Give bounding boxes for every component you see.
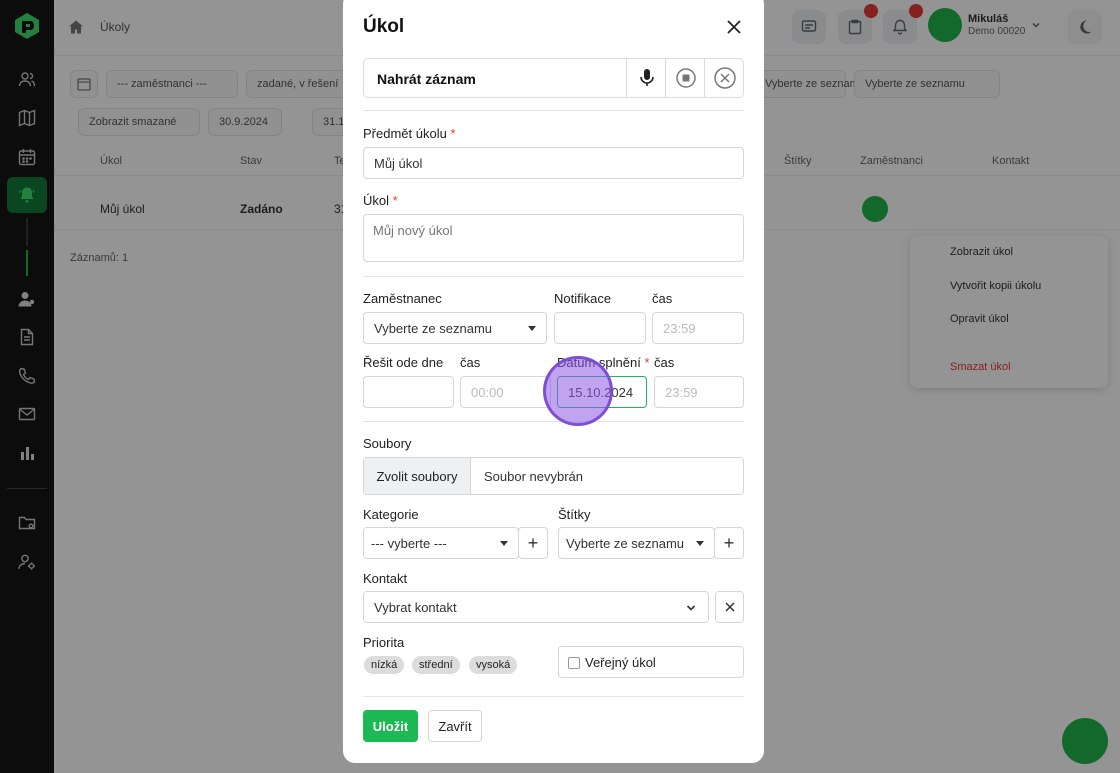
subject-input[interactable] <box>363 147 744 179</box>
tags-label: Štítky <box>558 507 591 522</box>
employee-select[interactable]: Vyberte ze seznamu <box>363 312 547 344</box>
notification-date-input[interactable] <box>554 312 646 344</box>
stop-record-button[interactable] <box>665 59 705 97</box>
employee-label: Zaměstnanec <box>363 291 442 306</box>
clear-contact-button[interactable] <box>715 591 744 623</box>
solve-from-date-input[interactable] <box>363 376 454 408</box>
priority-low-chip[interactable]: nízká <box>364 656 405 674</box>
tags-select[interactable]: Vyberte ze seznamu <box>558 527 715 559</box>
add-tag-button[interactable]: + <box>714 527 744 559</box>
modal-close-button[interactable] <box>723 16 745 38</box>
category-select[interactable]: --- vyberte --- <box>363 527 519 559</box>
due-date-label: Datum splnění * <box>557 355 650 370</box>
due-time-label: čas <box>654 355 675 370</box>
stop-icon <box>675 68 696 88</box>
file-status: Soubor nevybrán <box>484 469 584 484</box>
chevron-down-icon <box>686 605 696 611</box>
category-label: Kategorie <box>363 507 419 522</box>
notification-label: Notifikace <box>554 291 612 306</box>
subject-label: Předmět úkolu * <box>363 126 456 141</box>
due-date-input[interactable] <box>557 376 647 408</box>
due-time-input[interactable] <box>654 376 744 408</box>
public-task-label: Veřejný úkol <box>585 655 656 670</box>
caret-down-icon <box>696 541 704 546</box>
save-button[interactable]: Uložit <box>363 710 418 742</box>
close-icon <box>727 20 741 34</box>
solve-from-time-input[interactable] <box>460 376 551 408</box>
choose-files-button[interactable]: Zvolit soubory <box>364 458 471 494</box>
contact-select[interactable]: Vybrat kontakt <box>363 591 709 623</box>
category-select-value: --- vyberte --- <box>371 535 447 551</box>
caret-down-icon <box>500 541 508 546</box>
microphone-button[interactable] <box>626 59 666 97</box>
record-label: Nahrát záznam <box>377 71 476 87</box>
separator <box>363 276 744 277</box>
close-circle-icon <box>713 67 736 89</box>
caret-down-icon <box>528 326 536 331</box>
priority-high-chip[interactable]: vysoká <box>469 656 518 674</box>
microphone-icon <box>639 69 654 86</box>
solve-from-time-label: čas <box>460 355 481 370</box>
public-task-toggle[interactable]: Veřejný úkol <box>558 646 744 678</box>
task-modal: Úkol Nahrát záznam Předmět úkolu * Úkol … <box>343 0 764 763</box>
files-label: Soubory <box>363 436 412 451</box>
solve-from-label: Řešit ode dne <box>363 355 444 370</box>
contact-label: Kontakt <box>363 571 408 586</box>
task-label: Úkol * <box>363 193 398 208</box>
tags-select-value: Vyberte ze seznamu <box>566 535 685 551</box>
notification-time-input[interactable] <box>652 312 744 344</box>
separator <box>363 110 744 111</box>
file-input[interactable]: Zvolit soubory Soubor nevybrán <box>363 457 744 495</box>
separator <box>363 421 744 422</box>
task-textarea[interactable] <box>363 214 744 262</box>
add-category-button[interactable]: + <box>518 527 548 559</box>
record-audio-box: Nahrát záznam <box>363 58 744 98</box>
modal-title: Úkol <box>363 16 405 37</box>
close-button[interactable]: Zavřít <box>428 710 482 742</box>
employee-select-value: Vyberte ze seznamu <box>374 320 493 336</box>
notification-time-label: čas <box>652 291 673 306</box>
contact-select-value: Vybrat kontakt <box>374 599 457 615</box>
cancel-record-button[interactable] <box>704 59 744 97</box>
priority-medium-chip[interactable]: střední <box>412 656 460 674</box>
public-task-checkbox[interactable] <box>568 657 580 669</box>
separator <box>363 696 744 697</box>
close-icon <box>724 602 735 612</box>
priority-label: Priorita <box>363 635 405 650</box>
